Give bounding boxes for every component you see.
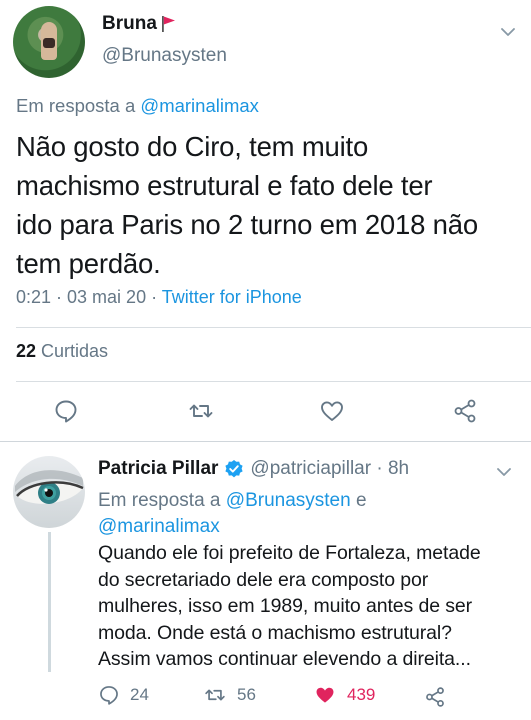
author-handle-time[interactable]: @patriciapillar · 8h	[250, 458, 409, 480]
author-name[interactable]: Bruna	[102, 13, 157, 35]
reply-conjunction: e	[350, 490, 367, 511]
retweet-count: 56	[237, 685, 256, 704]
author-name-row: Patricia Pillar @patriciapillar · 8h	[98, 458, 409, 480]
tweet-text: Não gosto do Ciro, tem muito machismo es…	[16, 131, 478, 279]
reply-prefix: Em resposta a	[16, 95, 141, 116]
reply-mention[interactable]: @marinalimax	[98, 516, 220, 537]
chevron-down-icon[interactable]	[494, 462, 514, 482]
like-icon[interactable]	[319, 398, 345, 424]
retweet-action[interactable]: 56	[203, 684, 256, 706]
tweet-meta: 0:21 · 03 mai 20 · Twitter for iPhone	[16, 287, 302, 308]
tweet-source[interactable]: Twitter for iPhone	[162, 287, 302, 307]
reply-context: Em resposta a @Brunasysten e @marinalima…	[98, 488, 498, 540]
reply-mention[interactable]: @Brunasysten	[226, 490, 351, 511]
share-icon[interactable]	[424, 686, 446, 708]
reply-icon[interactable]	[53, 398, 79, 424]
avatar[interactable]	[13, 6, 85, 78]
author-name-row: Bruna	[102, 13, 176, 35]
retweet-icon	[205, 689, 225, 701]
reply-count: 24	[130, 685, 149, 704]
share-icon[interactable]	[452, 398, 478, 424]
tweet-text: Quando ele foi prefeito de Fortaleza, me…	[98, 542, 481, 670]
likes-count: 22	[16, 341, 37, 361]
tweet-actions: 24 56 439	[0, 680, 531, 712]
avatar-figure-detail	[43, 38, 55, 48]
divider	[16, 381, 531, 382]
reply-action[interactable]: 24	[98, 684, 149, 706]
tweet-timestamp[interactable]: 0:21 · 03 mai 20 ·	[16, 287, 162, 307]
reply-icon	[100, 686, 118, 705]
like-action[interactable]: 439	[313, 684, 375, 706]
likes-summary[interactable]: 22 Curtidas	[16, 341, 108, 362]
retweet-icon[interactable]	[188, 398, 214, 424]
like-icon	[316, 687, 334, 703]
thread-line	[48, 532, 51, 672]
author-handle[interactable]: @Brunasysten	[102, 45, 227, 67]
likes-label: Curtidas	[36, 341, 109, 361]
eye-image	[15, 470, 84, 504]
tweet-separator	[0, 441, 531, 442]
reply-mention[interactable]: @marinalimax	[140, 95, 259, 116]
divider	[16, 327, 531, 328]
reply-context: Em resposta a @marinalimax	[16, 95, 259, 117]
avatar[interactable]	[13, 456, 85, 528]
like-count: 439	[347, 685, 376, 704]
author-name[interactable]: Patricia Pillar	[98, 458, 218, 480]
chevron-down-icon[interactable]	[498, 22, 518, 42]
flag-icon	[161, 15, 176, 33]
tweet-actions	[0, 390, 531, 430]
reply-prefix: Em resposta a	[98, 490, 226, 511]
verified-badge-icon	[225, 460, 244, 478]
